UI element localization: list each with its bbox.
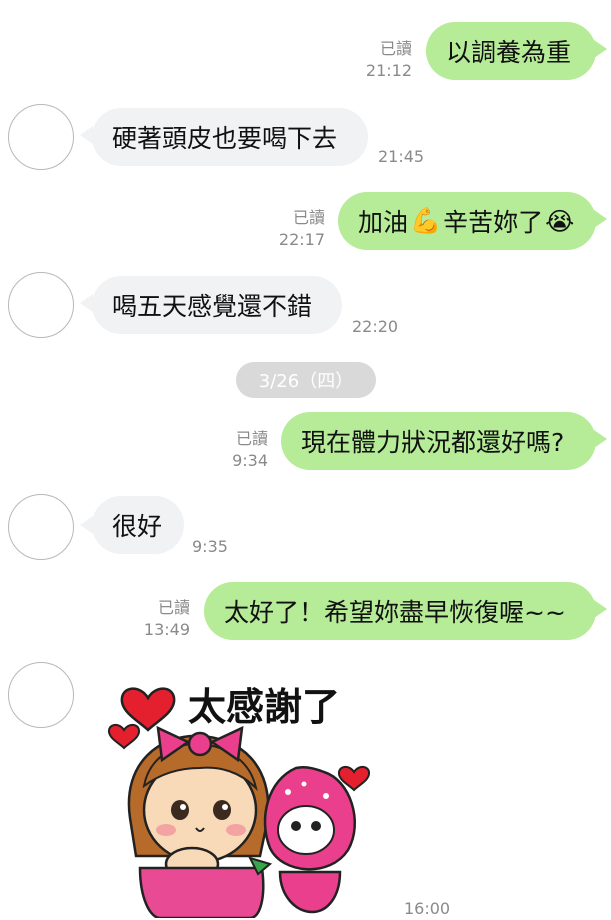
- date-divider: 3/26（四）: [236, 362, 376, 398]
- message-bubble-incoming[interactable]: 很好: [92, 496, 184, 554]
- crying-face-icon: 😭: [545, 206, 575, 236]
- flexed-bicep-icon: 💪: [410, 206, 442, 235]
- message-time: 21:45: [378, 147, 425, 166]
- message-text: 硬著頭皮也要喝下去: [112, 124, 338, 153]
- message-text: 加油: [358, 208, 409, 237]
- bubble-tail: [594, 40, 607, 58]
- message-bubble-outgoing[interactable]: 現在體力狀況都還好嗎?: [281, 412, 596, 470]
- heart-icon: [107, 724, 141, 750]
- contact-avatar[interactable]: [8, 662, 74, 728]
- read-receipt: 已讀 21:12: [365, 39, 412, 80]
- read-receipt: 已讀 13:49: [143, 598, 190, 639]
- contact-avatar[interactable]: [8, 104, 74, 170]
- read-receipt: 已讀 9:34: [232, 429, 268, 470]
- sticker[interactable]: 太感謝了: [100, 668, 400, 918]
- message-bubble-outgoing[interactable]: 以調養為重: [426, 22, 596, 80]
- message-text: 辛苦妳了: [443, 208, 544, 237]
- message-bubble-outgoing[interactable]: 加油 💪 辛苦妳了 😭: [338, 192, 596, 250]
- message-bubble-outgoing[interactable]: 太好了！希望妳盡早恢復喔~~: [204, 582, 596, 640]
- message-bubble-incoming[interactable]: 喝五天感覺還不錯: [92, 276, 342, 334]
- message-text: 喝五天感覺還不錯: [112, 292, 313, 321]
- message-time: 16:00: [404, 899, 451, 918]
- message-time: 9:35: [192, 537, 228, 556]
- message-text: 太好了！希望妳盡早恢復喔~~: [224, 598, 566, 627]
- contact-avatar[interactable]: [8, 494, 74, 560]
- bubble-tail: [594, 210, 607, 228]
- contact-avatar[interactable]: [8, 272, 74, 338]
- message-text: 以調養為重: [446, 38, 572, 67]
- heart-icon: [120, 687, 176, 732]
- sticker-caption: 太感謝了: [188, 685, 340, 729]
- message-time: 22:20: [352, 317, 399, 336]
- read-receipt: 已讀 22:17: [278, 208, 325, 249]
- message-bubble-incoming[interactable]: 硬著頭皮也要喝下去: [92, 108, 368, 166]
- message-text: 很好: [112, 512, 163, 541]
- bubble-tail: [594, 600, 607, 618]
- bubble-tail: [594, 430, 607, 448]
- message-text: 現在體力狀況都還好嗎?: [301, 428, 565, 457]
